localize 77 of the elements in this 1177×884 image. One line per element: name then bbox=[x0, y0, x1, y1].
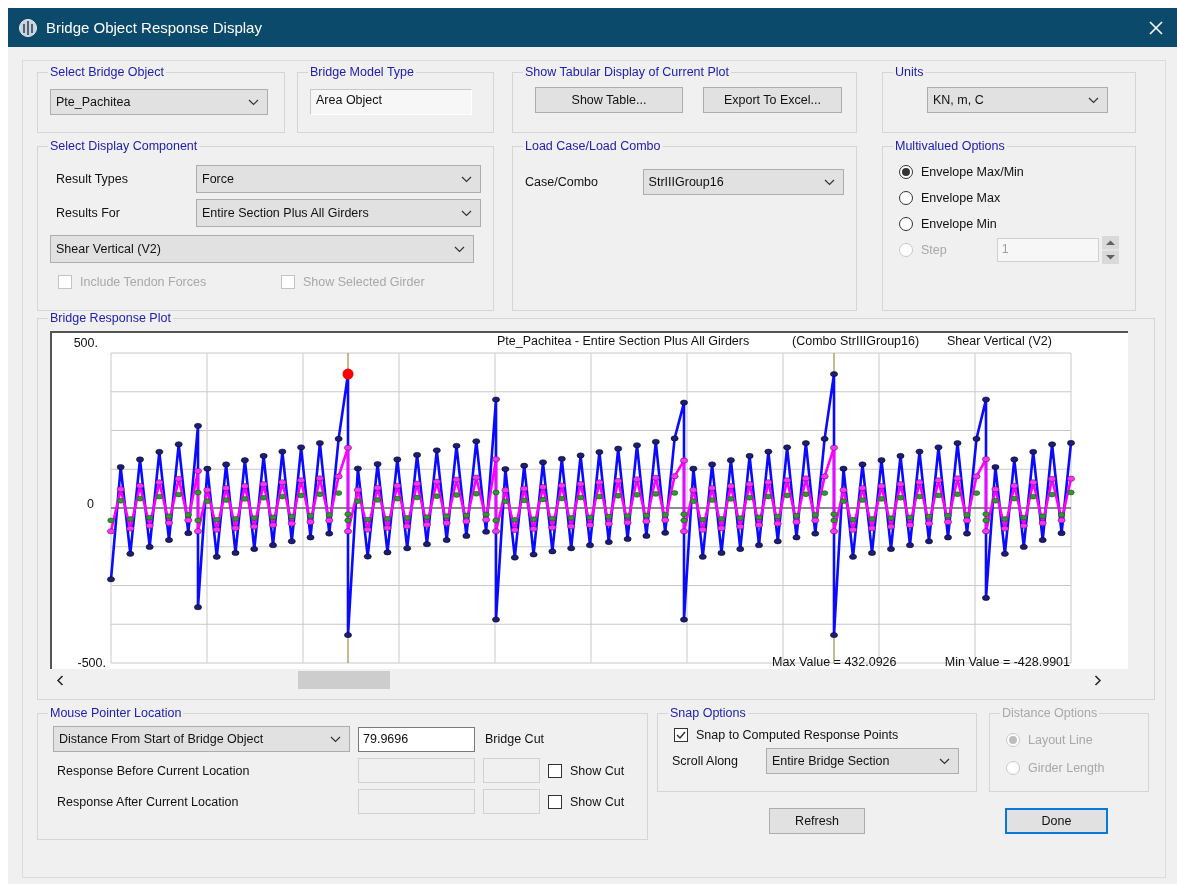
chevron-down-icon bbox=[1088, 96, 1099, 104]
chevron-left-icon[interactable] bbox=[56, 674, 64, 686]
group-title: Snap Options bbox=[669, 706, 747, 720]
group-title: Load Case/Load Combo bbox=[524, 139, 662, 153]
app-icon bbox=[18, 17, 38, 38]
checkbox[interactable] bbox=[548, 763, 562, 778]
response-field[interactable] bbox=[358, 789, 475, 814]
plot-caption: Shear Vertical (V2) bbox=[947, 334, 1052, 348]
group-title: Mouse Pointer Location bbox=[49, 706, 183, 720]
chevron-down-icon bbox=[461, 175, 472, 183]
group-title: Bridge Response Plot bbox=[49, 311, 172, 325]
bridge-object-dropdown[interactable]: Pte_Pachitea bbox=[50, 89, 268, 115]
spinner-control[interactable] bbox=[1101, 236, 1119, 264]
response-field[interactable] bbox=[483, 789, 540, 814]
radio-label: Layout Line bbox=[1028, 733, 1093, 747]
group-title: Bridge Model Type bbox=[309, 65, 415, 79]
result-dropdown[interactable]: Force bbox=[196, 165, 481, 193]
checkbox[interactable] bbox=[548, 794, 562, 809]
radio-label: Envelope Max/Min bbox=[921, 165, 1024, 179]
chevron-down-icon bbox=[461, 209, 472, 217]
response-field[interactable] bbox=[358, 758, 475, 783]
radio-label: Step bbox=[921, 243, 947, 257]
plot-caption: (Combo StrIIIGroup16) bbox=[792, 334, 920, 348]
radio-button[interactable] bbox=[899, 191, 913, 205]
chevron-down-icon bbox=[454, 245, 465, 253]
response-field[interactable] bbox=[483, 758, 540, 783]
field-label: Result Types bbox=[55, 172, 130, 186]
axis-label: -500. bbox=[77, 656, 106, 669]
close-icon[interactable] bbox=[1149, 20, 1163, 35]
field-label: Response After Current Location bbox=[56, 794, 240, 809]
radio-button[interactable] bbox=[899, 217, 913, 231]
checkbox-label: Show Cut bbox=[570, 794, 625, 809]
chevron-down-icon bbox=[939, 757, 950, 765]
group-title: Show Tabular Display of Current Plot bbox=[524, 65, 731, 79]
done-button[interactable]: Done bbox=[1005, 808, 1108, 834]
chevron-right-icon[interactable] bbox=[1094, 674, 1102, 686]
group-title: Multivalued Options bbox=[894, 139, 1006, 153]
scroll-dropdown[interactable]: Entire Bridge Section bbox=[766, 748, 959, 774]
axis-label: 500. bbox=[73, 336, 98, 350]
plot-caption: Pte_Pachitea - Entire Section Plus All Girders bbox=[497, 334, 750, 348]
field-label: Results For bbox=[55, 206, 121, 220]
radio-button[interactable] bbox=[899, 165, 913, 179]
model-type-field[interactable]: Area Object bbox=[310, 89, 472, 115]
max-value-marker bbox=[342, 368, 354, 380]
field-label: Case/Combo bbox=[525, 175, 599, 189]
group-title: Distance Options bbox=[1001, 706, 1099, 720]
field-label: Scroll Along bbox=[672, 754, 738, 768]
radio-label: Girder Length bbox=[1028, 761, 1105, 775]
scrollbar-thumb[interactable] bbox=[298, 671, 390, 689]
chevron-down-icon bbox=[248, 98, 259, 106]
field-label: Response Before Current Location bbox=[56, 763, 251, 778]
units-dropdown[interactable]: KN, m, C bbox=[927, 87, 1108, 113]
axis-label: 0 bbox=[87, 497, 94, 511]
chevron-down-icon bbox=[824, 178, 835, 186]
export-button[interactable]: Export To Excel... bbox=[703, 87, 842, 113]
chevron-down-icon bbox=[330, 735, 341, 743]
checkbox-label: Include Tendon Forces bbox=[80, 275, 207, 289]
checkbox-label: Show Cut bbox=[570, 763, 625, 778]
field-label: Bridge Cut bbox=[484, 732, 546, 746]
window-title: Bridge Object Response Display bbox=[46, 19, 263, 36]
radio-label: Envelope Max bbox=[921, 191, 1001, 205]
group-title: Select Display Component bbox=[49, 139, 199, 153]
group-title: Units bbox=[894, 65, 925, 79]
radio-label: Envelope Min bbox=[921, 217, 997, 231]
group-title: Select Bridge Object bbox=[49, 65, 165, 79]
max-value-text: Max Value = 432.0926 bbox=[772, 655, 897, 669]
checkbox-label: Snap to Computed Response Points bbox=[696, 728, 899, 742]
show-table-button[interactable]: Show Table... bbox=[535, 87, 683, 113]
checkbox[interactable] bbox=[674, 728, 688, 742]
component-dropdown[interactable]: Shear Vertical (V2) bbox=[50, 235, 474, 263]
min-value-text: Min Value = -428.9901 bbox=[944, 655, 1070, 669]
result-dropdown[interactable]: Entire Section Plus All Girders bbox=[196, 199, 481, 227]
distance-input[interactable]: 79.9696 bbox=[358, 726, 475, 752]
checkbox-label: Show Selected Girder bbox=[303, 275, 425, 289]
measure-dropdown[interactable]: Distance From Start of Bridge Object bbox=[53, 726, 350, 752]
refresh-button[interactable]: Refresh bbox=[769, 808, 865, 834]
combo-dropdown[interactable]: StrIIIGroup16 bbox=[642, 169, 844, 195]
